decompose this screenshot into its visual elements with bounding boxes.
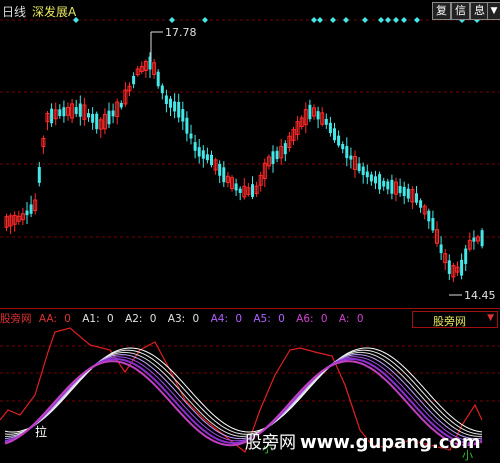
ma-wave-line <box>5 351 483 437</box>
fuquan-button[interactable]: 复 <box>432 2 451 20</box>
param-a3-value: 0 <box>192 313 200 325</box>
param-aa-value: 0 <box>64 313 71 325</box>
param-a6-label: A6: <box>296 313 314 325</box>
ma-wave-line <box>4 349 483 435</box>
signal-la-label: 拉 <box>35 424 47 439</box>
param-a5: A5: 0 <box>253 313 288 325</box>
param-a3: A3: 0 <box>168 313 203 325</box>
param-a2: A2: 0 <box>125 313 160 325</box>
stock-name: 深发展A <box>32 5 77 19</box>
param-a2-value: 0 <box>149 313 157 325</box>
param-a6: A6: 0 <box>296 313 331 325</box>
param-a-value: 0 <box>356 313 364 325</box>
param-a5-value: 0 <box>278 313 285 325</box>
param-a4-label: A4: <box>210 313 228 325</box>
period-label: 日线 <box>2 5 27 19</box>
ma-wave-line <box>4 354 483 440</box>
indicator-select[interactable]: 股旁网 ▼ <box>412 311 498 328</box>
param-a4: A4: 0 <box>211 313 246 325</box>
param-a1-label: A1: <box>82 313 100 325</box>
watermark-domain: www.gupang.com <box>300 432 481 453</box>
panel-divider <box>0 308 500 309</box>
indicator-parameter-bar: 股旁网 AA: 0 A1: 0 A2: 0 A3: 0 A4: 0 A5: 0 … <box>0 311 372 327</box>
param-a1: A1: 0 <box>82 313 117 325</box>
watermark-cn: 股旁网 <box>245 433 296 453</box>
chart-toolbar: 日线 深发展A 复 信 息 ▼ <box>0 0 500 22</box>
param-aa-label: AA: <box>38 313 57 325</box>
param-a: A: 0 <box>339 313 368 325</box>
param-a2-label: A2: <box>125 313 143 325</box>
watermark: 股旁网 www.gupang.com <box>245 428 481 453</box>
indicator-select-value: 股旁网 <box>433 315 466 328</box>
param-a5-label: A5: <box>253 313 271 325</box>
param-aa: AA: 0 <box>39 313 75 325</box>
indicator-chart[interactable]: 拉小小 <box>0 0 500 463</box>
param-a1-value: 0 <box>106 313 114 325</box>
param-a4-value: 0 <box>235 313 243 325</box>
indicator-name: 股旁网 <box>0 313 32 325</box>
collapse-button[interactable]: ▼ <box>487 2 500 20</box>
param-a3-label: A3: <box>167 313 186 325</box>
info-button[interactable]: 信 <box>451 2 470 20</box>
param-a6-value: 0 <box>320 313 328 325</box>
param-a-label: A: <box>338 313 350 325</box>
dropdown-arrow-icon: ▼ <box>487 313 494 323</box>
